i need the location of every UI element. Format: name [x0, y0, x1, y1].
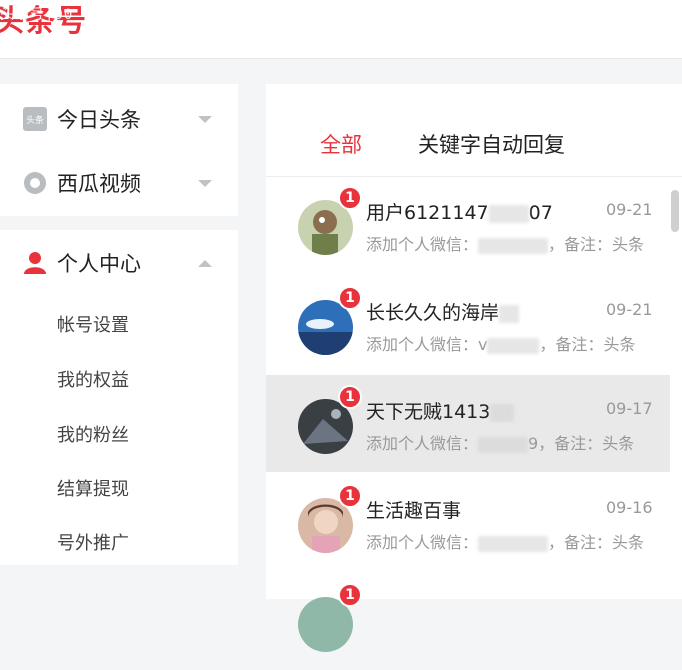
- list-item[interactable]: 1 长长久久的海岸 09-21 添加个人微信：v ，备注：头条: [266, 276, 670, 373]
- redacted-block: [499, 304, 520, 323]
- list-item[interactable]: 1: [266, 573, 670, 670]
- message-preview: 添加个人微信：v ，备注：头条: [366, 335, 636, 354]
- message-date: 09-21: [606, 200, 653, 219]
- redacted-block: [487, 337, 540, 354]
- sidebar-item-xigua[interactable]: 西瓜视频: [0, 158, 238, 208]
- list-scrollbar[interactable]: [671, 190, 679, 232]
- sender-name: 生活趣百事: [366, 500, 462, 522]
- person-icon: [22, 250, 48, 276]
- sidebar-personal-center: 个人中心 帐号设置 我的权益 我的粉丝 结算提现 号外推广: [0, 230, 238, 565]
- sidebar-subitem-my-fans[interactable]: 我的粉丝: [57, 421, 129, 447]
- sidebar-item-label: 个人中心: [57, 252, 141, 276]
- chevron-down-icon[interactable]: [198, 179, 212, 187]
- sender-name: 用户6121147 07: [366, 202, 553, 224]
- xigua-icon: [22, 170, 48, 196]
- tab-keyword-auto-reply[interactable]: 关键字自动回复: [418, 129, 565, 159]
- sidebar-item-toutiao[interactable]: 头条 今日头条: [0, 94, 238, 144]
- toutiao-icon: 头条: [22, 106, 48, 132]
- redacted-block: [490, 403, 515, 422]
- message-preview: 添加个人微信： ，备注：头条: [366, 533, 645, 552]
- unread-badge: 1: [338, 583, 362, 607]
- svg-text:头条: 头条: [26, 114, 44, 126]
- sidebar-item-label: 今日头条: [57, 108, 141, 132]
- sidebar-subitem-withdraw[interactable]: 结算提现: [57, 475, 129, 501]
- message-date: 09-21: [606, 300, 653, 319]
- sidebar-platforms: 头条 今日头条 西瓜视频: [0, 84, 238, 216]
- sidebar-item-personal-center[interactable]: 个人中心: [0, 238, 238, 288]
- sidebar-item-label: 西瓜视频: [57, 172, 141, 196]
- unread-badge: 1: [338, 186, 362, 210]
- messages-panel: 全部 关键字自动回复 1 用户6121147 07 09-21 添加个人微信： ，备…: [266, 84, 682, 652]
- redacted-block: [478, 436, 529, 453]
- unread-badge: 1: [338, 385, 362, 409]
- sender-name: 天下无贼1413: [366, 397, 515, 424]
- sidebar-subitem-account-settings[interactable]: 帐号设置: [57, 311, 129, 337]
- tab-all[interactable]: 全部: [320, 129, 362, 159]
- list-item[interactable]: 1 生活趣百事 09-16 添加个人微信： ，备注：头条: [266, 474, 670, 571]
- unread-badge: 1: [338, 484, 362, 508]
- sender-name: 长长久久的海岸: [366, 298, 520, 325]
- top-header: 头条号 头条号|00: [0, 0, 682, 59]
- message-date: 09-16: [606, 498, 653, 517]
- redacted-block: [488, 204, 529, 223]
- chevron-down-icon[interactable]: [198, 115, 212, 123]
- redacted-block: [478, 535, 549, 552]
- redacted-block: [478, 237, 549, 254]
- sidebar-subitem-my-rights[interactable]: 我的权益: [57, 366, 129, 392]
- list-item[interactable]: 1 用户6121147 07 09-21 添加个人微信： ，备注：头条: [266, 176, 670, 273]
- chevron-up-icon[interactable]: [198, 259, 212, 267]
- sidebar-subitem-promotion[interactable]: 号外推广: [57, 529, 129, 555]
- watermark: 头条号|00: [0, 7, 74, 23]
- message-preview: 添加个人微信： 9，备注：头条: [366, 434, 635, 453]
- message-tabs: 全部 关键字自动回复: [266, 84, 682, 177]
- list-item[interactable]: 1 天下无贼1413 09-17 添加个人微信： 9，备注：头条: [266, 375, 670, 472]
- message-date: 09-17: [606, 399, 653, 418]
- unread-badge: 1: [338, 286, 362, 310]
- message-preview: 添加个人微信： ，备注：头条: [366, 235, 645, 254]
